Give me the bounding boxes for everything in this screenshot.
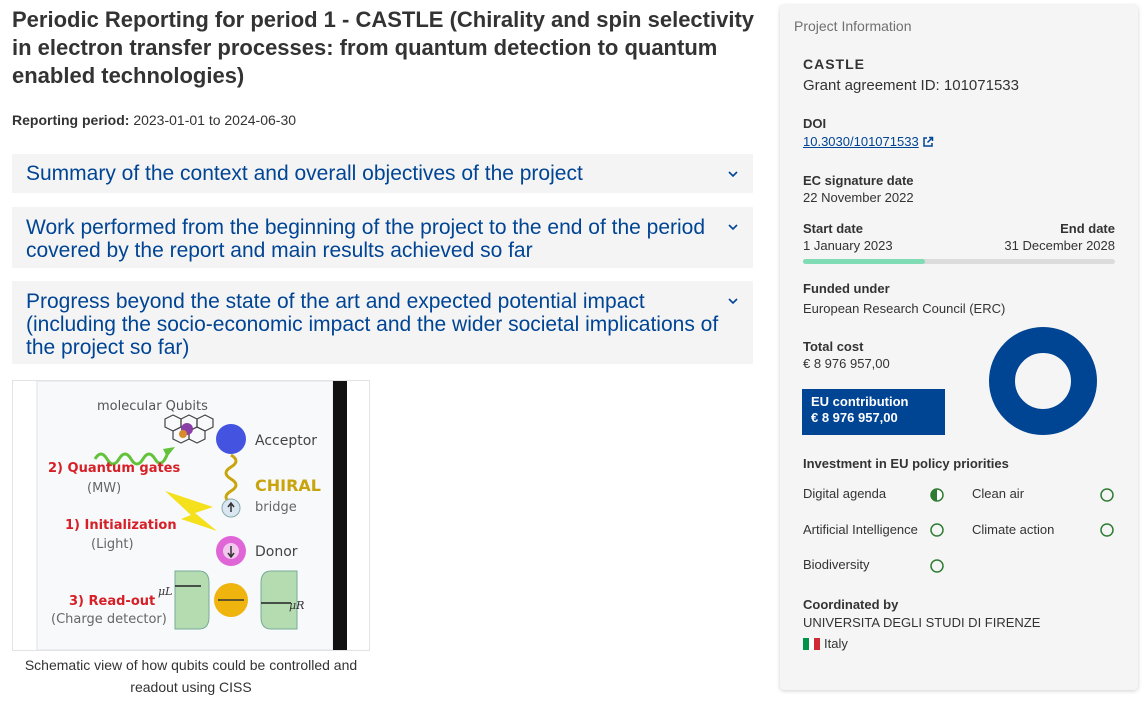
reporting-period-label: Reporting period: [12,112,130,128]
project-acronym: CASTLE [803,56,865,72]
qubit-schematic-image: molecular Qubits Acceptor 2) Quantum gat… [13,380,369,651]
investment-label: Investment in EU policy priorities [803,456,1009,471]
coordinator-name: UNIVERSITA DEGLI STUDI DI FIRENZE [803,615,1041,630]
total-cost-label: Total cost [803,339,864,354]
label-bridge: bridge [255,500,297,515]
half-filled-circle-icon [930,488,944,502]
empty-circle-icon [930,523,944,537]
chevron-down-icon [728,298,738,305]
italy-flag-icon [803,638,821,650]
accordion-progress-beyond-label: Progress beyond the state of the art and… [26,290,719,359]
total-cost-value: € 8 976 957,00 [803,356,890,371]
donut-eu-share [989,327,1097,435]
accordion-work-performed-label: Work performed from the beginning of the… [26,216,706,262]
coordinated-by-label: Coordinated by [803,597,899,612]
label-quantum-gates: 2) Quantum gates [48,461,180,476]
accordion-summary-label: Summary of the context and overall objec… [26,162,583,185]
funded-under-label: Funded under [803,281,890,296]
priority-climate-action: Climate action [972,522,1055,537]
doi-label: DOI [803,116,827,131]
label-molecular-qubits: molecular Qubits [97,399,208,414]
eu-contribution-label: EU contribution [811,394,909,409]
empty-circle-icon [1100,488,1114,502]
ec-signature-label: EC signature date [803,173,914,188]
label-initialization: 1) Initialization [65,518,177,533]
eu-contribution-box: EU contribution € 8 976 957,00 [802,389,945,435]
page-title: Periodic Reporting for period 1 - CASTLE… [12,7,755,88]
empty-circle-icon [1100,523,1114,537]
priority-digital-agenda: Digital agenda [803,486,887,501]
external-link-icon [922,136,933,147]
label-readout: 3) Read-out [69,594,155,609]
project-information-panel: Project Information CASTLE Grant agreeme… [780,5,1138,690]
label-charge-detector: (Charge detector) [51,612,167,627]
label-mu-r: μR [289,599,304,612]
reporting-period-value: 2023-01-01 to 2024-06-30 [133,112,297,128]
ec-signature-value: 22 November 2022 [803,190,914,205]
project-progress-fill [803,259,925,264]
grant-agreement-id: Grant agreement ID: 101071533 [803,77,1019,94]
project-figure: molecular Qubits Acceptor 2) Quantum gat… [12,380,370,651]
accordion-progress-beyond[interactable]: Progress beyond the state of the art and… [12,281,753,364]
start-date-value: 1 January 2023 [803,238,893,253]
eu-contribution-value: € 8 976 957,00 [811,410,898,425]
end-date-label: End date [1060,221,1115,236]
figure-caption: Schematic view of how qubits could be co… [24,657,358,695]
priority-clean-air: Clean air [972,486,1025,501]
empty-circle-icon [930,559,944,573]
chevron-down-icon [728,224,738,231]
funded-under-value: European Research Council (ERC) [803,301,1006,316]
accordion-summary[interactable]: Summary of the context and overall objec… [12,154,753,193]
label-chiral: CHIRAL [255,476,321,495]
priority-artificial-intelligence: Artificial Intelligence [803,522,918,537]
chevron-down-icon [728,171,738,178]
doi-value: 10.3030/101071533 [803,134,919,149]
label-acceptor: Acceptor [255,433,317,449]
reporting-period: Reporting period: 2023-01-01 to 2024-06-… [12,112,296,128]
eu-contribution-donut [989,327,1097,435]
label-light: (Light) [91,537,134,552]
label-mw: (MW) [87,481,121,496]
project-progress-bar [803,259,1115,264]
priority-biodiversity: Biodiversity [803,557,870,572]
end-date-value: 31 December 2028 [1004,238,1115,253]
label-donor: Donor [255,544,298,560]
coordinator-country: Italy [824,636,848,651]
label-mu-l: μL [158,585,172,598]
accordion-work-performed[interactable]: Work performed from the beginning of the… [12,207,753,268]
doi-link[interactable]: 10.3030/101071533 [803,134,934,149]
panel-header: Project Information [794,18,912,34]
start-date-label: Start date [803,221,863,236]
